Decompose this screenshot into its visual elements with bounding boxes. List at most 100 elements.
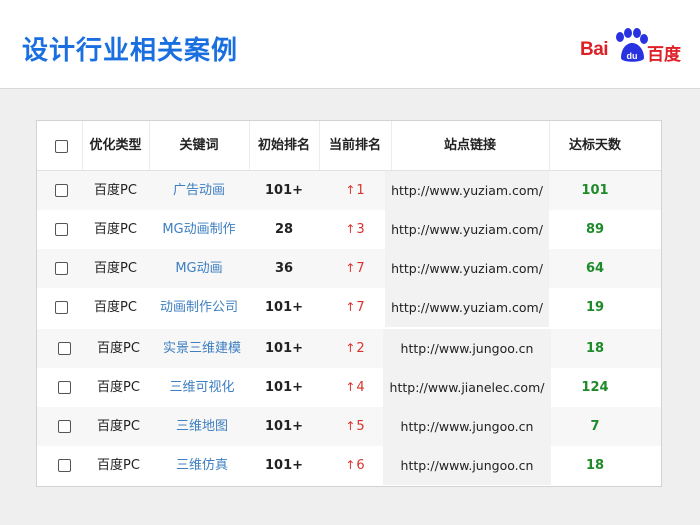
logo-text-baidu: 百度 [647, 45, 681, 65]
row-days: 18 [585, 458, 605, 473]
logo-text-du: du [627, 51, 638, 61]
row-current-rank-value: 3 [356, 222, 365, 237]
row-current-rank-value: 7 [356, 300, 365, 315]
table-row: 百度PC 广告动画 101+ ↑1 http://www.yuziam.com/101 [37, 171, 661, 210]
cases-table: 优化类型 关键词 初始排名 当前排名 站点链接 达标天数 百度PC 广告动画 101… [36, 120, 662, 487]
row-keyword[interactable]: MG动画 [149, 249, 249, 288]
header-initial-rank: 初始排名 [249, 121, 320, 170]
table-row: 百度PC MG动画制作 28 ↑3 http://www.yuziam.com/89 [37, 210, 661, 249]
table-row: 百度PC 三维仿真 101+ ↑6 http://www.jungoo.cn 18 [37, 446, 661, 485]
row-select-cell [37, 288, 82, 327]
row-site-link[interactable]: http://www.jungoo.cn [383, 446, 551, 485]
page-title: 设计行业相关案例 [22, 36, 239, 66]
arrow-up-icon: ↑ [345, 261, 356, 275]
table-row: 百度PC 三维可视化 101+ ↑4 http://www.jianelec.com/1… [37, 368, 661, 407]
row-checkbox[interactable] [55, 262, 68, 275]
row-days: 124 [581, 380, 609, 395]
arrow-up-icon: ↑ [345, 458, 356, 472]
row-initial-rank: 101+ [264, 380, 304, 395]
arrow-up-icon: ↑ [345, 380, 356, 394]
row-keyword[interactable]: 三维可视化 [152, 368, 252, 407]
arrow-up-icon: ↑ [345, 341, 356, 355]
header-site-link: 站点链接 [391, 121, 550, 170]
row-site-link[interactable]: http://www.jungoo.cn [383, 407, 551, 446]
table-row: 百度PC 实景三维建模 101+ ↑2 http://www.jungoo.cn 18 [37, 329, 661, 368]
row-select-cell [37, 446, 82, 485]
row-keyword[interactable]: 实景三维建模 [152, 329, 252, 368]
row-initial-rank: 101+ [264, 458, 304, 473]
row-days: 7 [590, 419, 600, 434]
row-site-link[interactable]: http://www.yuziam.com/ [385, 288, 549, 327]
row-current-rank: ↑3 [319, 210, 391, 249]
table-header-row: 优化类型 关键词 初始排名 当前排名 站点链接 达标天数 [37, 121, 661, 171]
table-row: 百度PC 三维地图 101+ ↑5 http://www.jungoo.cn 7 [37, 407, 661, 446]
row-type: 百度PC [94, 261, 137, 276]
row-days: 18 [585, 341, 605, 356]
row-current-rank-value: 4 [356, 380, 365, 395]
header-current-rank: 当前排名 [319, 121, 392, 170]
row-type: 百度PC [94, 183, 137, 198]
row-current-rank-value: 6 [356, 458, 365, 473]
row-initial-rank: 36 [274, 261, 294, 276]
row-current-rank-value: 1 [356, 183, 365, 198]
arrow-up-icon: ↑ [345, 419, 356, 433]
row-select-cell [37, 210, 82, 249]
row-type: 百度PC [94, 222, 137, 237]
row-current-rank-value: 7 [356, 261, 365, 276]
row-type: 百度PC [94, 300, 137, 315]
row-days: 101 [581, 183, 609, 198]
row-initial-rank: 101+ [264, 183, 304, 198]
row-keyword[interactable]: MG动画制作 [149, 210, 249, 249]
row-checkbox[interactable] [55, 223, 68, 236]
row-current-rank: ↑5 [319, 407, 391, 446]
row-checkbox[interactable] [58, 342, 71, 355]
row-days: 19 [585, 300, 605, 315]
row-site-link[interactable]: http://www.jungoo.cn [383, 329, 551, 368]
row-site-link[interactable]: http://www.yuziam.com/ [385, 210, 549, 249]
select-all-checkbox[interactable] [55, 140, 68, 153]
baidu-logo: Bai du 百度 [580, 28, 684, 65]
row-current-rank-value: 2 [356, 341, 365, 356]
row-type: 百度PC [97, 341, 140, 356]
row-days: 64 [585, 261, 605, 276]
row-days: 89 [585, 222, 605, 237]
header-keyword: 关键词 [149, 121, 250, 170]
row-select-cell [37, 368, 82, 407]
arrow-up-icon: ↑ [345, 300, 356, 314]
row-select-cell [37, 171, 82, 210]
arrow-up-icon: ↑ [345, 222, 356, 236]
table-row: 百度PC MG动画 36 ↑7 http://www.yuziam.com/64 [37, 249, 661, 288]
row-current-rank-value: 5 [356, 419, 365, 434]
row-keyword[interactable]: 广告动画 [149, 171, 249, 210]
row-checkbox[interactable] [55, 301, 68, 314]
row-initial-rank: 101+ [264, 341, 304, 356]
header: 设计行业相关案例 Bai du 百度 [0, 0, 700, 89]
row-initial-rank: 28 [274, 222, 294, 237]
paw-icon: du [616, 28, 648, 62]
row-initial-rank: 101+ [264, 419, 304, 434]
row-current-rank: ↑6 [319, 446, 391, 485]
row-initial-rank: 101+ [264, 300, 304, 315]
header-days: 达标天数 [568, 138, 621, 153]
row-keyword[interactable]: 三维地图 [152, 407, 252, 446]
content-area: 优化类型 关键词 初始排名 当前排名 站点链接 达标天数 百度PC 广告动画 101… [0, 89, 700, 525]
row-site-link[interactable]: http://www.jianelec.com/ [383, 368, 551, 407]
table-row: 百度PC 动画制作公司 101+ ↑7 http://www.yuziam.com/19 [37, 288, 661, 327]
row-keyword[interactable]: 动画制作公司 [149, 288, 249, 327]
row-site-link[interactable]: http://www.yuziam.com/ [385, 171, 549, 210]
row-select-cell [37, 407, 82, 446]
row-type: 百度PC [97, 419, 140, 434]
row-current-rank: ↑7 [319, 249, 391, 288]
row-checkbox[interactable] [58, 420, 71, 433]
arrow-up-icon: ↑ [345, 183, 356, 197]
row-checkbox[interactable] [55, 184, 68, 197]
row-site-link[interactable]: http://www.yuziam.com/ [385, 249, 549, 288]
row-type: 百度PC [97, 458, 140, 473]
row-current-rank: ↑7 [319, 288, 391, 327]
row-select-cell [37, 329, 82, 368]
row-current-rank: ↑1 [319, 171, 391, 210]
row-type: 百度PC [97, 380, 140, 395]
row-checkbox[interactable] [58, 381, 71, 394]
row-checkbox[interactable] [58, 459, 71, 472]
row-keyword[interactable]: 三维仿真 [152, 446, 252, 485]
